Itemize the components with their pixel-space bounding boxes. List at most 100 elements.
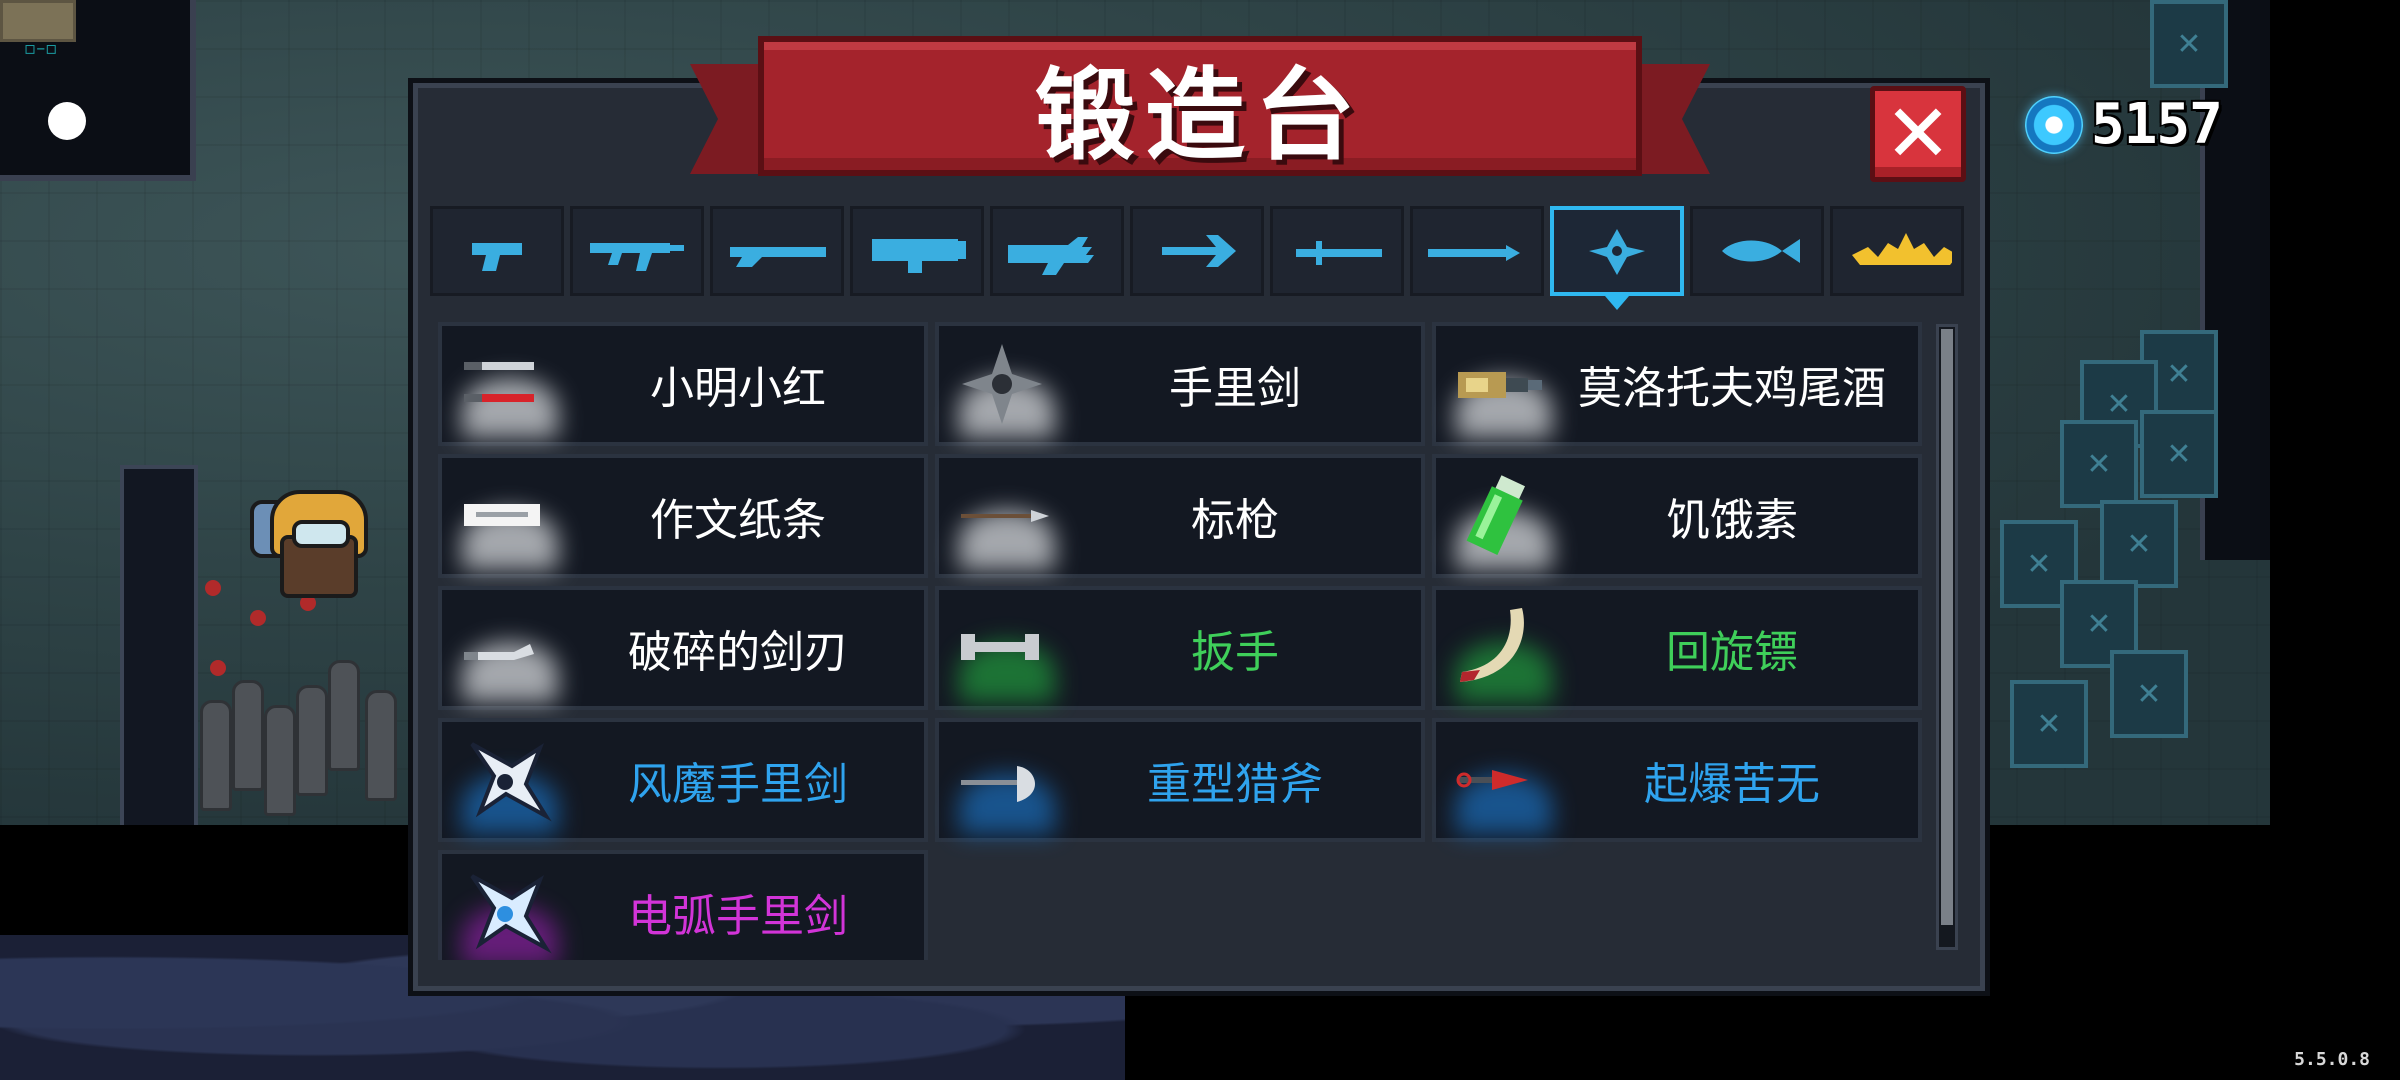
paper-strip-icon: [464, 504, 540, 526]
minimap-icon: ▫–▫: [24, 38, 58, 59]
category-tab-spear[interactable]: [1410, 206, 1544, 296]
forge-item-card[interactable]: 小明小红: [438, 322, 928, 446]
forge-item-card[interactable]: 莫洛托夫鸡尾酒: [1432, 322, 1922, 446]
category-tab-laser-gun[interactable]: [990, 206, 1124, 296]
item-icon-box: [1444, 728, 1554, 834]
forge-item-card[interactable]: 重型猎斧: [935, 718, 1425, 842]
wall-pillar: [120, 465, 198, 833]
item-name: 破碎的剑刃: [628, 627, 848, 678]
item-name: 小明小红: [650, 363, 826, 414]
item-name: 起爆苦无: [1644, 759, 1820, 810]
category-tab-pistol[interactable]: [430, 206, 564, 296]
pistol-icon: [472, 243, 522, 271]
category-tab-shotgun[interactable]: [710, 206, 844, 296]
forge-item-card[interactable]: 作文纸条: [438, 454, 928, 578]
close-icon: ✕: [1884, 87, 1952, 180]
forge-item-card[interactable]: 回旋镖: [1432, 586, 1922, 710]
sword-icon: [1296, 241, 1382, 265]
forge-item-card[interactable]: 饥饿素: [1432, 454, 1922, 578]
forge-item-card[interactable]: 风魔手里剑: [438, 718, 928, 842]
item-icon-box: [450, 860, 560, 960]
menu-dot-button[interactable]: [48, 102, 86, 140]
item-icon-box: [947, 728, 1057, 834]
item-name: 扳手: [1191, 627, 1279, 678]
item-icon-box: [1444, 464, 1554, 570]
gem-count: 5157: [2091, 92, 2223, 157]
forge-item-card[interactable]: 起爆苦无: [1432, 718, 1922, 842]
fish-icon: [1722, 239, 1800, 263]
forge-item-card[interactable]: 手里剑: [935, 322, 1425, 446]
item-icon-box: [947, 464, 1057, 570]
crate: [2150, 0, 2228, 88]
gem-icon: [2025, 95, 2083, 154]
bow-icon: [1162, 235, 1236, 267]
assault-rifle-icon: [590, 243, 684, 271]
category-tab-bow[interactable]: [1130, 206, 1264, 296]
category-tab-sword[interactable]: [1270, 206, 1404, 296]
forge-title: 锻造台: [1035, 56, 1365, 174]
wall-sign: [0, 0, 76, 42]
item-name: 标枪: [1191, 495, 1279, 546]
gas-tank: [296, 685, 328, 796]
category-tab-fish[interactable]: [1690, 206, 1824, 296]
wrench-icon: [961, 634, 1039, 660]
laser-gun-icon: [1008, 237, 1094, 275]
npc-goggles: [292, 520, 350, 548]
item-icon-box: [947, 332, 1057, 438]
gas-tank: [200, 700, 232, 811]
launcher-icon: [872, 239, 966, 273]
arc-shuriken-icon: [470, 874, 552, 954]
crate: [2140, 410, 2218, 498]
forge-item-card[interactable]: 破碎的剑刃: [438, 586, 928, 710]
gas-tank: [232, 680, 264, 791]
tank-valve: [205, 580, 221, 596]
item-icon-box: [1444, 332, 1554, 438]
crate: [2110, 650, 2188, 738]
gem-counter: 5157: [2025, 92, 2223, 157]
category-tab-crown[interactable]: [1830, 206, 1964, 296]
item-name: 回旋镖: [1666, 627, 1798, 678]
item-name: 莫洛托夫鸡尾酒: [1578, 363, 1886, 414]
crate: [2100, 500, 2178, 588]
forge-item-card[interactable]: 电弧手里剑: [438, 850, 928, 960]
hunting-axe-icon: [961, 766, 1035, 802]
item-icon-box: [947, 596, 1057, 702]
item-name: 重型猎斧: [1147, 759, 1323, 810]
category-tab-launcher[interactable]: [850, 206, 984, 296]
item-icon-box: [1444, 596, 1554, 702]
tank-valve: [250, 610, 266, 626]
twin-knives-icon: [464, 362, 534, 402]
crate: [2060, 420, 2138, 508]
title-banner: 锻造台: [758, 36, 1642, 176]
gas-tank: [365, 690, 397, 801]
close-button[interactable]: ✕: [1870, 86, 1966, 182]
item-icon-box: [450, 332, 560, 438]
forge-banner: 锻造台: [690, 32, 1710, 182]
tank-valve: [210, 660, 226, 676]
item-name: 电弧手里剑: [628, 891, 848, 942]
shuriken-icon: [962, 344, 1042, 424]
gas-tank: [328, 660, 360, 771]
item-scrollbar[interactable]: [1936, 324, 1958, 950]
forge-item-card[interactable]: 扳手: [935, 586, 1425, 710]
crate: [2010, 680, 2088, 768]
shotgun-icon: [730, 247, 826, 267]
item-icon-box: [450, 728, 560, 834]
version-label: 5.5.0.8: [2294, 1049, 2370, 1070]
category-tab-assault-rifle[interactable]: [570, 206, 704, 296]
molotov-icon: [1458, 372, 1542, 398]
fuma-shuriken-icon: [470, 742, 552, 822]
category-tabs: [430, 206, 1964, 310]
item-icon-box: [450, 464, 560, 570]
javelin-icon: [961, 510, 1049, 522]
npc-character[interactable]: [250, 480, 370, 600]
item-name: 手里剑: [1169, 363, 1301, 414]
explosive-kunai-icon: [1456, 770, 1528, 790]
category-tab-throwable[interactable]: [1550, 206, 1684, 310]
forge-item-grid: 小明小红 手里剑 莫洛托夫鸡尾酒作文纸条 标枪 饥饿素破碎的剑刃 扳手 回旋镖风魔手里剑 重型…: [438, 322, 1922, 960]
item-icon-box: [450, 596, 560, 702]
throwable-icon: [1589, 229, 1645, 275]
scroll-thumb[interactable]: [1941, 329, 1953, 925]
item-name: 饥饿素: [1666, 495, 1798, 546]
forge-item-card[interactable]: 标枪: [935, 454, 1425, 578]
